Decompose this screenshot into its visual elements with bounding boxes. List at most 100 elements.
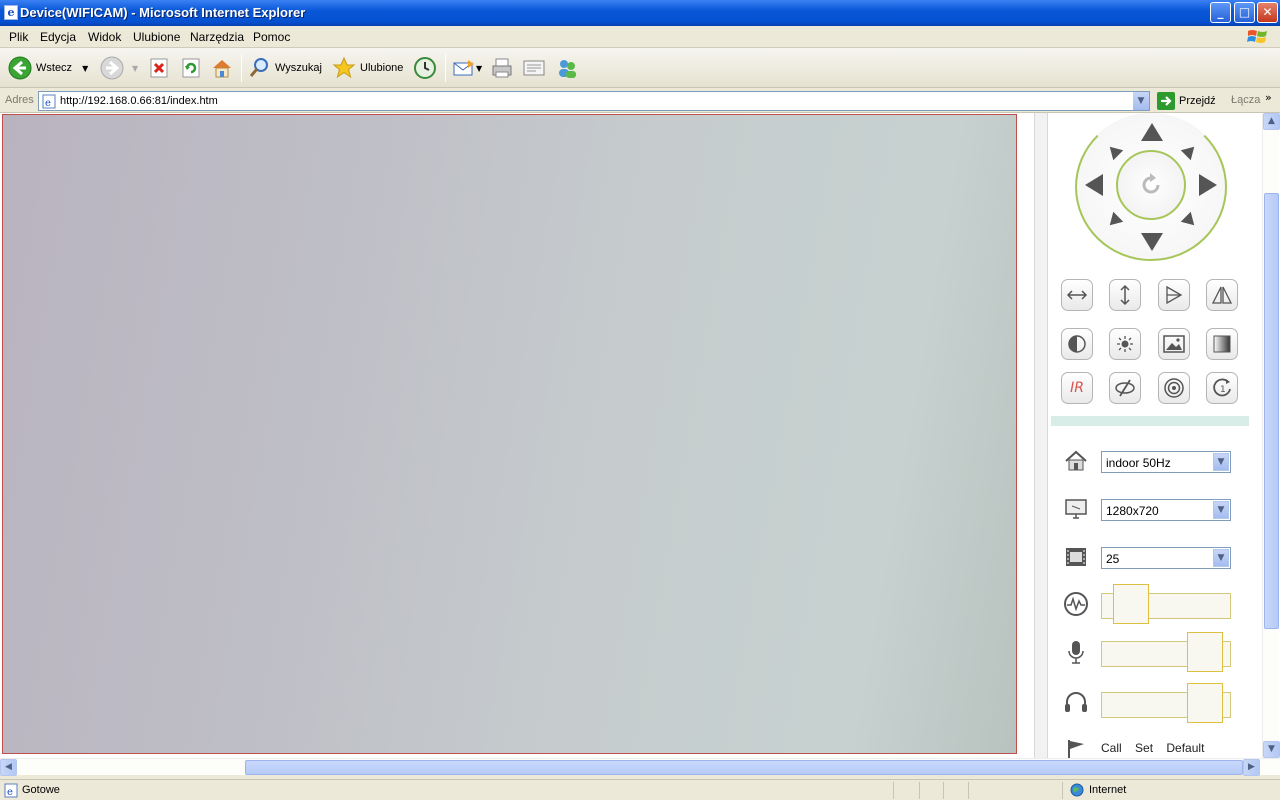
flip-vertical-button[interactable] <box>1109 279 1141 311</box>
menu-edycja[interactable]: Edycja <box>40 30 76 44</box>
forward-arrow-icon <box>100 56 124 80</box>
vertical-scrollbar[interactable]: ▲ ▼ <box>1262 113 1280 758</box>
chevron-down-icon: ▼ <box>1213 453 1229 471</box>
timer-button[interactable]: 1 <box>1206 372 1238 404</box>
security-zone[interactable]: Internet <box>1070 783 1126 797</box>
search-label: Wyszukaj <box>275 62 322 74</box>
ptz-right-button[interactable] <box>1199 174 1217 196</box>
ir-off-button[interactable] <box>1109 372 1141 404</box>
home-button[interactable] <box>210 54 234 82</box>
stop-button[interactable] <box>147 54 171 82</box>
menu-bar: Plik Edycja Widok Ulubione Narzędzia Pom… <box>0 26 1280 48</box>
panel-divider[interactable] <box>1034 113 1048 758</box>
back-label: Wstecz <box>36 62 73 74</box>
camera-video-feed[interactable] <box>2 114 1017 754</box>
stop-icon <box>147 56 171 80</box>
menu-narzedzia[interactable]: Narzędzia <box>190 30 244 44</box>
star-icon <box>332 56 356 80</box>
status-pane <box>919 782 920 799</box>
go-button[interactable]: Przejdź <box>1157 92 1216 110</box>
target-button[interactable] <box>1158 372 1190 404</box>
content-gap <box>1018 113 1034 758</box>
brightness-slider[interactable] <box>1101 584 1231 624</box>
ptz-down-left-button[interactable] <box>1104 211 1124 231</box>
preset-set-button[interactable]: Set <box>1135 741 1153 755</box>
slider-knob[interactable] <box>1113 584 1149 624</box>
status-pane <box>943 782 944 799</box>
forward-dropdown-icon[interactable]: ▼ <box>132 64 138 73</box>
resolution-select[interactable]: 1280x720 ▼ <box>1101 499 1231 521</box>
brightness-button[interactable] <box>1109 328 1141 360</box>
mirror-vertical-button[interactable] <box>1206 279 1238 311</box>
home-icon <box>210 56 234 80</box>
messenger-icon <box>555 56 579 80</box>
preset-call-button[interactable]: Call <box>1101 741 1122 755</box>
speaker-volume-slider[interactable] <box>1101 683 1231 723</box>
links-toolbar[interactable]: Łącza <box>1231 94 1260 106</box>
close-button[interactable]: ✕ <box>1257 2 1278 23</box>
address-input[interactable]: e http://192.168.0.66:81/index.htm ▼ <box>38 91 1150 111</box>
status-bar: e Gotowe Internet <box>0 779 1280 800</box>
ptz-left-button[interactable] <box>1085 174 1103 196</box>
chevron-right-icon[interactable]: » <box>1265 91 1272 104</box>
environment-select[interactable]: indoor 50Hz ▼ <box>1101 451 1231 473</box>
toolbar-separator <box>241 54 242 82</box>
ptz-down-button[interactable] <box>1141 233 1163 251</box>
scroll-right-icon[interactable]: ▶ <box>1243 759 1260 776</box>
back-arrow-icon <box>8 56 32 80</box>
mirror-icon <box>1166 285 1183 305</box>
maximize-button[interactable]: □ <box>1234 2 1255 23</box>
search-button[interactable]: Wyszukaj <box>247 54 322 82</box>
refresh-button[interactable] <box>179 54 203 82</box>
vertical-arrows-icon <box>1120 284 1130 306</box>
forward-button[interactable]: ▼ <box>100 54 138 82</box>
mail-button[interactable]: ▼ <box>452 54 482 82</box>
horizontal-scroll-thumb[interactable] <box>245 760 1243 775</box>
menu-ulubione[interactable]: Ulubione <box>133 30 180 44</box>
back-dropdown-icon[interactable]: ▼ <box>82 64 88 73</box>
eye-off-icon <box>1115 379 1135 397</box>
slider-knob[interactable] <box>1187 683 1223 723</box>
horizontal-scrollbar[interactable]: ◀ ▶ <box>0 758 1280 776</box>
flip-horizontal-button[interactable] <box>1061 279 1093 311</box>
minimize-button[interactable]: _ <box>1210 2 1231 23</box>
messenger-button[interactable] <box>555 54 579 82</box>
scroll-up-icon[interactable]: ▲ <box>1263 113 1280 130</box>
ptz-up-right-button[interactable] <box>1180 141 1200 161</box>
contrast-button[interactable] <box>1061 328 1093 360</box>
ptz-up-left-button[interactable] <box>1104 141 1124 161</box>
menu-widok[interactable]: Widok <box>88 30 121 44</box>
menu-pomoc[interactable]: Pomoc <box>253 30 290 44</box>
preset-default-button[interactable]: Default <box>1166 741 1204 755</box>
film-icon <box>1062 543 1090 571</box>
microphone-volume-slider[interactable] <box>1101 632 1231 672</box>
address-dropdown-icon[interactable]: ▼ <box>1132 92 1149 110</box>
framerate-select[interactable]: 25 ▼ <box>1101 547 1231 569</box>
go-label: Przejdź <box>1179 95 1216 107</box>
scroll-left-icon[interactable]: ◀ <box>0 759 17 776</box>
favorites-button[interactable]: Ulubione <box>332 54 403 82</box>
edit-button[interactable] <box>522 54 546 82</box>
vertical-scroll-thumb[interactable] <box>1264 193 1279 629</box>
image-button[interactable] <box>1158 328 1190 360</box>
ptz-up-button[interactable] <box>1141 123 1163 141</box>
mirror-button[interactable] <box>1158 279 1190 311</box>
horizontal-arrows-icon <box>1066 290 1088 300</box>
slider-knob[interactable] <box>1187 632 1223 672</box>
menu-plik[interactable]: Plik <box>9 30 28 44</box>
house-icon <box>1062 447 1090 475</box>
saturation-button[interactable] <box>1206 328 1238 360</box>
mail-icon <box>452 56 476 80</box>
address-url: http://192.168.0.66:81/index.htm <box>60 95 218 107</box>
ptz-center-button[interactable] <box>1116 150 1186 220</box>
mail-dropdown-icon[interactable]: ▼ <box>476 64 482 73</box>
ir-button[interactable]: IR <box>1061 372 1093 404</box>
history-button[interactable] <box>413 54 437 82</box>
print-button[interactable] <box>490 54 514 82</box>
target-icon <box>1164 378 1184 398</box>
ptz-down-right-button[interactable] <box>1180 211 1200 231</box>
page-icon: e <box>42 94 56 109</box>
contrast-icon <box>1068 335 1086 353</box>
back-button[interactable]: Wstecz ▼ <box>8 54 88 82</box>
scroll-down-icon[interactable]: ▼ <box>1263 741 1280 758</box>
